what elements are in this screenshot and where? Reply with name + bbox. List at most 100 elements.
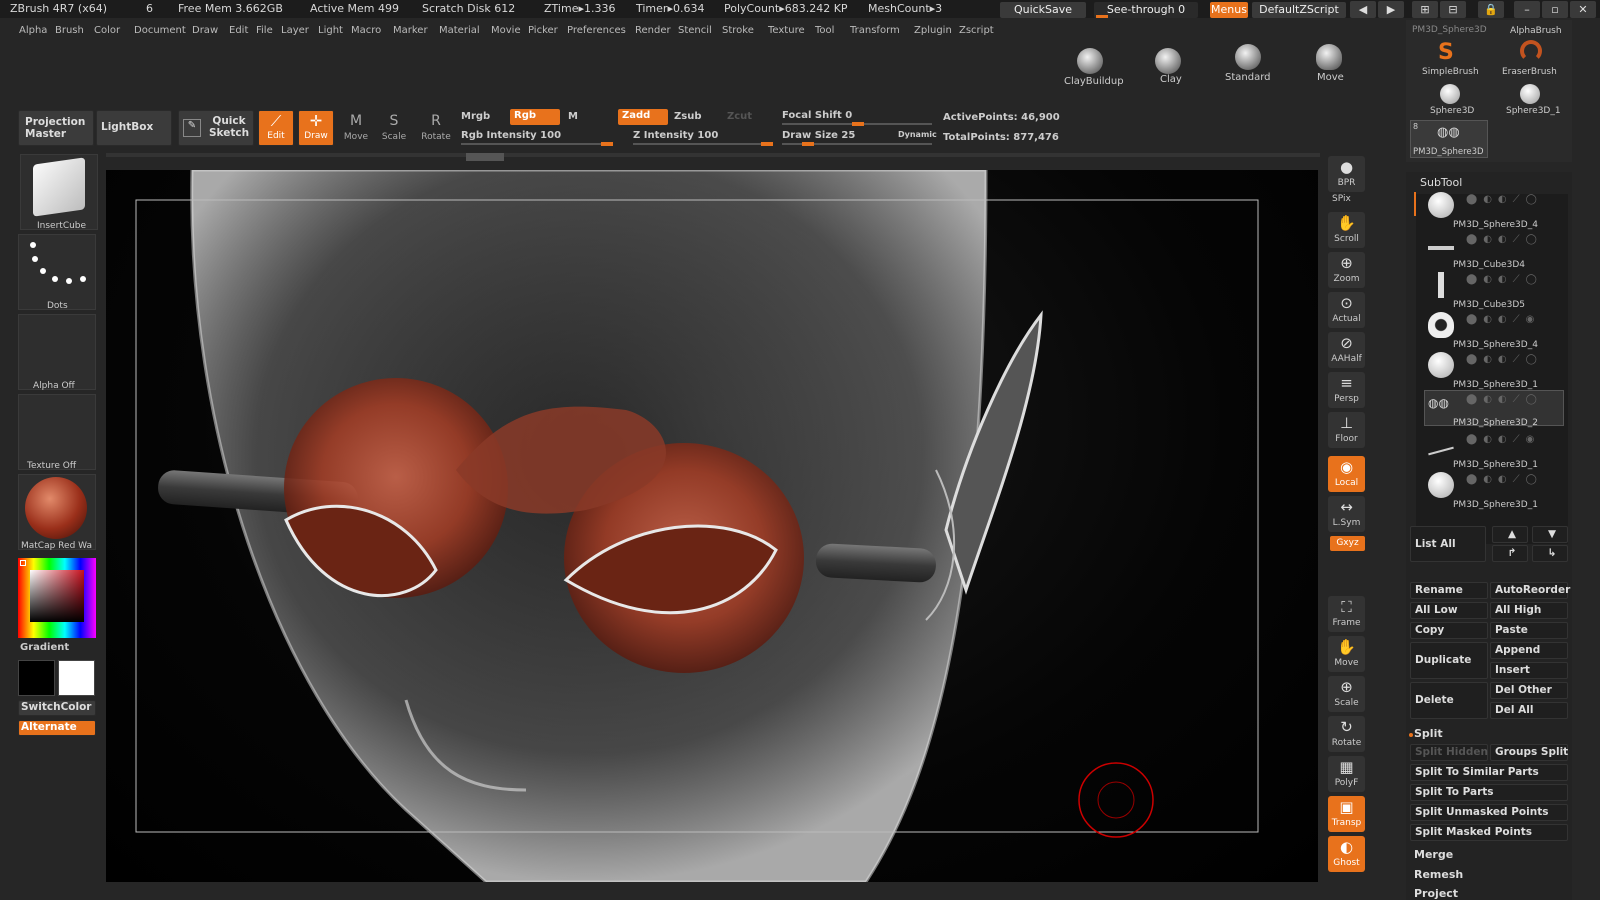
gxyz-button[interactable]: Gxyz [1330,536,1365,551]
remesh-section[interactable]: Remesh [1414,868,1463,881]
quicksave-button[interactable]: QuickSave [1000,2,1086,18]
move-down-right-icon[interactable]: ↳ [1532,545,1568,562]
canvas-scrollbar[interactable] [106,153,1320,161]
sphere3d1-label[interactable]: Sphere3D_1 [1506,106,1561,116]
focal-shift-slider[interactable]: Focal Shift 0 [782,110,852,121]
selected-tool[interactable]: 8 ◍◍ PM3D_Sphere3D [1410,120,1488,158]
actual-button[interactable]: ⊙ Actual [1328,292,1365,328]
alternate-button[interactable]: Alternate [18,720,96,736]
transp-button[interactable]: ▣ Transp [1328,796,1365,832]
move-down-icon[interactable]: ▼ [1532,526,1568,543]
insert-button[interactable]: Insert [1490,662,1568,679]
sphere3d-label[interactable]: Sphere3D [1430,106,1474,116]
brush-claybuildup[interactable]: ClayBuildup [1055,44,1130,90]
rgb-intensity-thumb[interactable] [601,142,613,146]
color-square[interactable] [30,570,84,622]
duplicate-button[interactable]: Duplicate [1410,642,1488,679]
lightbox-button[interactable]: LightBox [96,110,172,146]
m-button[interactable]: M [568,111,578,122]
subtool-4-thumb[interactable] [1428,312,1454,338]
menu-light[interactable]: Light [318,25,343,36]
subtool-1-thumb[interactable] [1428,192,1454,218]
del-other-button[interactable]: Del Other [1490,682,1568,699]
floor-button[interactable]: ⊥ Floor [1328,412,1365,448]
menu-zscript[interactable]: Zscript [959,25,994,36]
split-section[interactable]: Split [1414,727,1443,740]
view-scale-button[interactable]: ⊕ Scale [1328,676,1365,712]
brush-clay[interactable]: Clay [1135,44,1205,90]
split-parts-button[interactable]: Split To Parts [1410,784,1568,801]
menu-stencil[interactable]: Stencil [678,25,712,36]
move-button[interactable]: M Move [338,110,374,146]
lock-icon[interactable]: 🔒 [1478,1,1504,18]
subtool-8-thumb[interactable] [1428,472,1454,498]
subtool-7-name[interactable]: PM3D_Sphere3D_1 [1453,460,1538,470]
projection-master-button[interactable]: Projection Master [18,110,94,146]
scroll-button[interactable]: ✋ Scroll [1328,212,1365,248]
subtool-5-icons[interactable]: ⬤◐◐⟋◯ [1466,354,1543,365]
zadd-button[interactable]: Zadd [618,109,668,125]
split-unmasked-button[interactable]: Split Unmasked Points [1410,804,1568,821]
lsym-button[interactable]: ↔ L.Sym [1328,496,1365,532]
close-icon[interactable]: ✕ [1570,1,1596,18]
z-intensity-thumb[interactable] [761,142,773,146]
subtool-8-name[interactable]: PM3D_Sphere3D_1 [1453,500,1538,510]
switchcolor-button[interactable]: SwitchColor [18,700,96,716]
color-picker[interactable] [18,558,96,638]
aahalf-button[interactable]: ⊘ AAHalf [1328,332,1365,368]
subtool-title[interactable]: SubTool [1420,176,1462,189]
draw-size-slider[interactable]: Draw Size 25 [782,130,855,141]
alpha-thumbnail[interactable]: Alpha Off [18,314,96,391]
texture-thumbnail[interactable]: Texture Off [18,394,96,471]
menu-alpha[interactable]: Alpha [19,25,47,36]
sphere3d-icon[interactable] [1440,84,1460,104]
simplebrush-icon[interactable]: S [1438,40,1454,65]
menu-transform[interactable]: Transform [850,25,900,36]
menu-marker[interactable]: Marker [393,25,428,36]
scale-button[interactable]: S Scale [376,110,412,146]
zsub-button[interactable]: Zsub [674,111,701,122]
draw-size-track[interactable] [782,142,932,146]
split-masked-button[interactable]: Split Masked Points [1410,824,1568,841]
subtool-3-icons[interactable]: ⬤◐◐⟋◯ [1466,274,1543,285]
rgb-intensity-slider[interactable]: Rgb Intensity 100 [461,130,561,141]
append-button[interactable]: Append [1490,642,1568,659]
delete-button[interactable]: Delete [1410,682,1488,719]
subtool-2-icons[interactable]: ⬤◐◐⟋◯ [1466,234,1543,245]
merge-section[interactable]: Merge [1414,848,1453,861]
move-up-right-icon[interactable]: ↱ [1492,545,1528,562]
tool-thumbnail[interactable]: InsertCube [20,154,98,231]
hide-right-icon[interactable]: ▶ [1378,1,1404,18]
sphere3d1-icon[interactable] [1520,84,1540,104]
subtool-1-name[interactable]: PM3D_Sphere3D_4 [1453,220,1538,230]
menu-zplugin[interactable]: Zplugin [914,25,952,36]
menu-document[interactable]: Document [134,25,186,36]
subtool-3-thumb[interactable] [1438,272,1444,298]
material-thumbnail[interactable]: MatCap Red Wa [18,474,96,551]
draw-button[interactable]: ✛ Draw [298,110,334,146]
menu-movie[interactable]: Movie [491,25,521,36]
subtool-2-name[interactable]: PM3D_Cube3D4 [1453,260,1525,270]
see-through-slider[interactable]: See-through 0 [1094,2,1198,18]
subtool-8-icons[interactable]: ⬤◐◐⟋◯ [1466,474,1543,485]
brush-standard[interactable]: Standard [1210,40,1280,86]
all-low-button[interactable]: All Low [1410,602,1488,619]
z-intensity-track[interactable] [633,142,773,146]
polyf-button[interactable]: ▦ PolyF [1328,756,1365,792]
subtool-4-name[interactable]: PM3D_Sphere3D_4 [1453,340,1538,350]
rotate-button[interactable]: R Rotate [418,110,454,146]
menu-texture[interactable]: Texture [768,25,805,36]
rgb-intensity-track[interactable] [461,142,613,146]
layout-icon[interactable]: ⊞ [1412,1,1438,18]
local-button[interactable]: ◉ Local [1328,456,1365,492]
menu-brush[interactable]: Brush [55,25,84,36]
edit-button[interactable]: ⟋ Edit [258,110,294,146]
move-up-icon[interactable]: ▲ [1492,526,1528,543]
split-similar-button[interactable]: Split To Similar Parts [1410,764,1568,781]
view-rotate-button[interactable]: ↻ Rotate [1328,716,1365,752]
subtool-5-name[interactable]: PM3D_Sphere3D_1 [1453,380,1538,390]
subtool-6-name[interactable]: PM3D_Sphere3D_2 [1453,418,1538,428]
groups-split-button[interactable]: Groups Split [1490,744,1568,761]
persp-button[interactable]: ≡ Persp [1328,372,1365,408]
stroke-thumbnail[interactable]: Dots [18,234,96,311]
